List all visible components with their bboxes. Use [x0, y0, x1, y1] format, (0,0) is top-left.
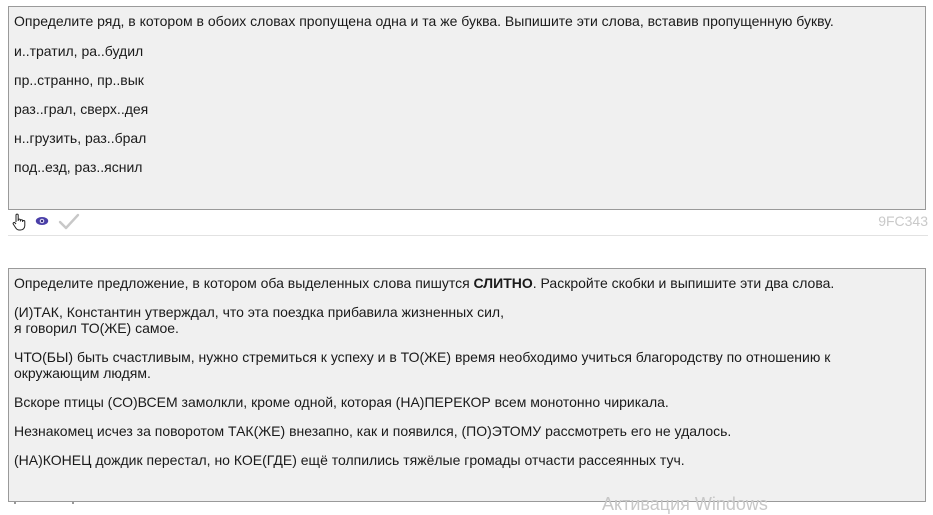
toolbar-stub: [72, 502, 74, 504]
sentence-line: ЧТО(БЫ) быть счастливым, нужно стремитьс…: [14, 349, 831, 365]
task-2-sentence-4: Незнакомец исчез за поворотом ТАК(ЖЕ) вн…: [14, 423, 920, 439]
eye-icon[interactable]: [35, 214, 51, 232]
toolbar-stub: [14, 502, 16, 504]
task-1-option-5: под..езд, раз..яснил: [14, 159, 143, 175]
task-1-option-2: пр..странно, пр..вык: [14, 72, 144, 88]
task-2-question-start: Определите предложение, в котором оба вы…: [14, 275, 474, 291]
sentence-line: (И)ТАК, Константин утверждал, что эта по…: [14, 304, 504, 320]
sentence-line: окружающим людям.: [14, 365, 151, 381]
task-2-sentence-5: (НА)КОНЕЦ дождик перестал, но КОЕ(ГДЕ) е…: [14, 452, 920, 468]
sentence-line: я говорил ТО(ЖЕ) самое.: [14, 320, 179, 336]
sentence-line: (НА)КОНЕЦ дождик перестал, но КОЕ(ГДЕ) е…: [14, 452, 685, 468]
task-toolbar: 9FC343: [8, 210, 928, 236]
task-1-option-3: раз..грал, сверх..дея: [14, 101, 149, 117]
task-1-question: Определите ряд, в котором в обоих словах…: [14, 13, 834, 29]
task-1-option-1: и..тратил, ра..будил: [14, 43, 144, 59]
sentence-line: Вскоре птицы (СО)ВСЕМ замолкли, кроме од…: [14, 394, 669, 410]
task-panel-2: Определите предложение, в котором оба вы…: [8, 268, 926, 502]
task-id: 9FC343: [878, 213, 928, 229]
hand-pointer-icon[interactable]: [11, 213, 27, 231]
task-1-option-4: н..грузить, раз..брал: [14, 130, 147, 146]
checkmark-icon[interactable]: [58, 213, 80, 231]
sentence-line: Незнакомец исчез за поворотом ТАК(ЖЕ) вн…: [14, 423, 732, 439]
task-2-question-end: . Раскройте скобки и выпишите эти два сл…: [532, 275, 835, 291]
task-panel-1: Определите ряд, в котором в обоих словах…: [8, 6, 926, 210]
task-2-question: Определите предложение, в котором оба вы…: [14, 275, 920, 291]
windows-activation-watermark: Активация Windows: [602, 494, 768, 514]
task-2-sentence-1: (И)ТАК, Константин утверждал, что эта по…: [14, 304, 920, 336]
task-2-sentence-3: Вскоре птицы (СО)ВСЕМ замолкли, кроме од…: [14, 394, 920, 410]
task-2-sentence-2: ЧТО(БЫ) быть счастливым, нужно стремитьс…: [14, 349, 920, 381]
task-2-question-emphasis: СЛИТНО: [473, 275, 533, 291]
